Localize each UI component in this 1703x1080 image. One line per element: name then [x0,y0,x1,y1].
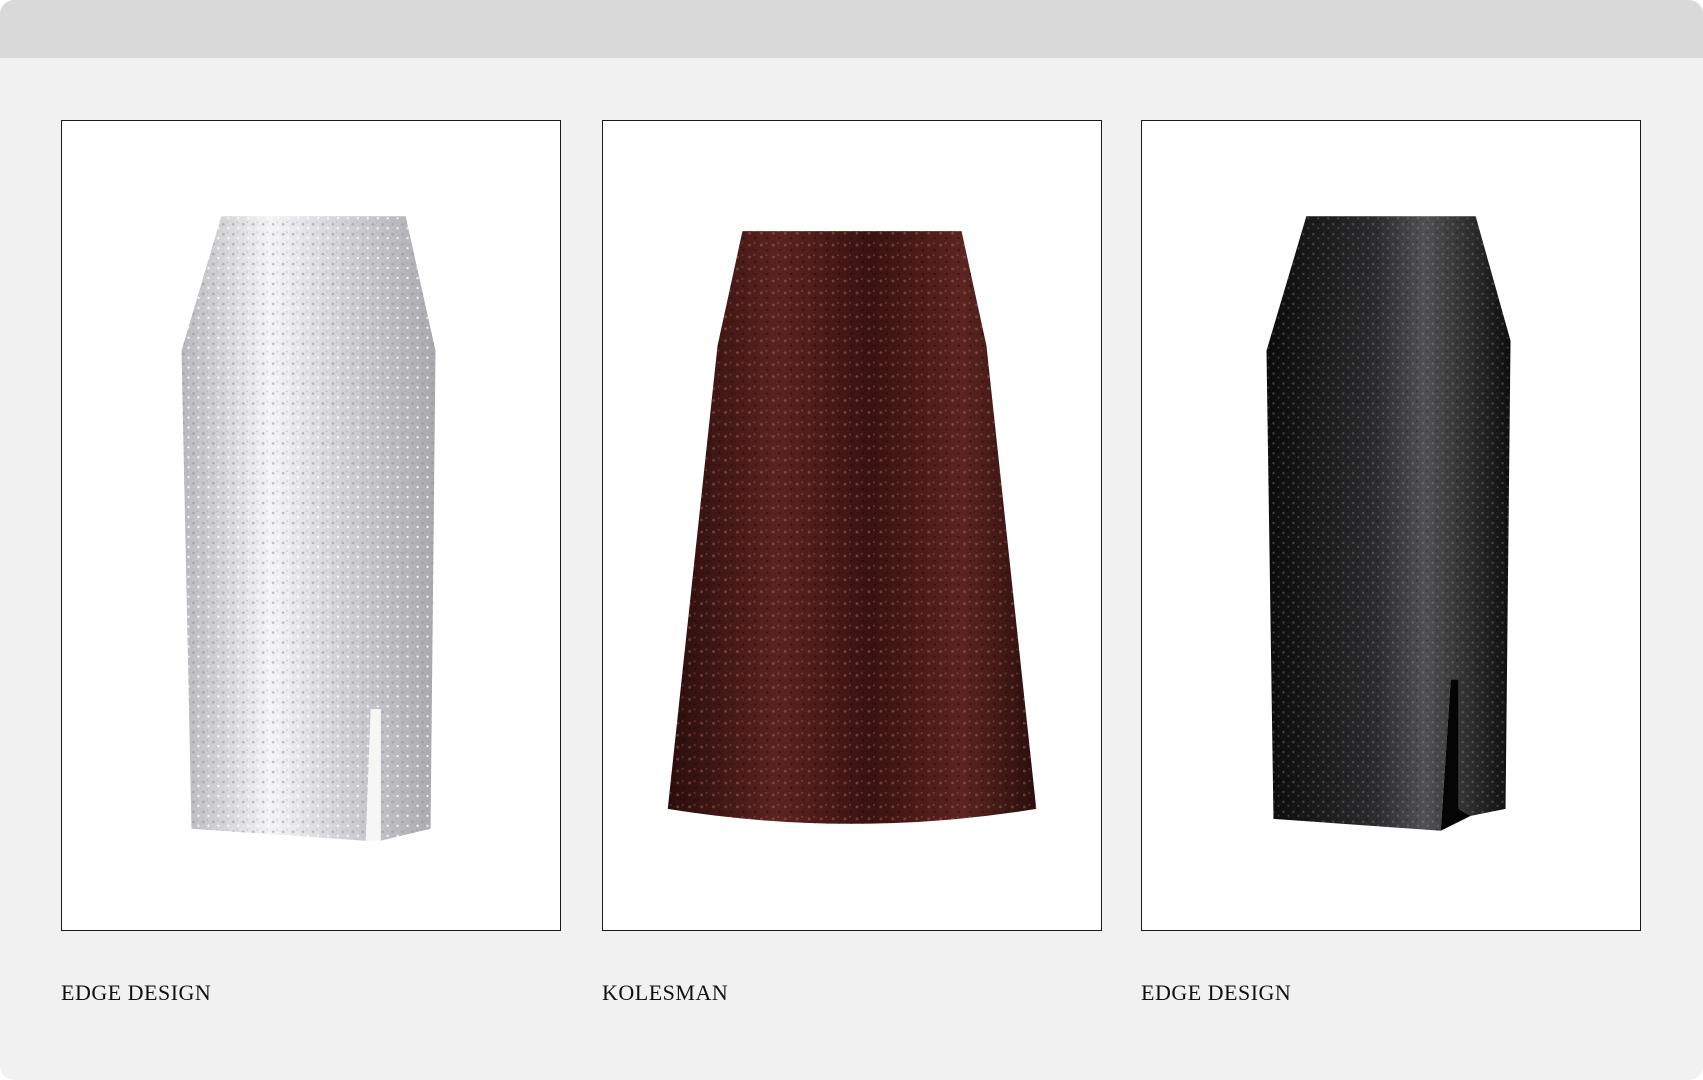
product-brand-2[interactable]: KOLESMAN [602,980,728,1006]
app-window: EDGE DESIGN KOLESMAN EDGE DESIGN [0,0,1703,1080]
product-card-1[interactable] [61,120,561,931]
burgundy-skirt-image [667,231,1037,824]
product-card-2[interactable] [602,120,1102,931]
product-brand-1[interactable]: EDGE DESIGN [61,980,211,1006]
black-skirt-image [1266,216,1511,831]
product-card-3[interactable] [1141,120,1641,931]
silver-skirt-image [181,216,436,841]
product-brand-3[interactable]: EDGE DESIGN [1141,980,1291,1006]
window-title-bar [0,0,1703,58]
